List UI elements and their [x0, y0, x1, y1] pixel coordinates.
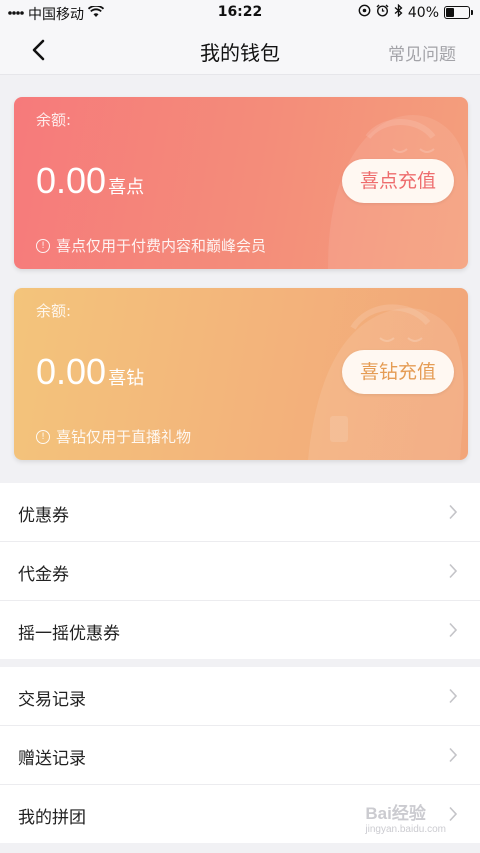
menu-item-shake-coupons[interactable]: 摇一摇优惠券 — [0, 601, 480, 659]
diamonds-note: ! 喜钻仅用于直播礼物 — [36, 426, 191, 447]
battery-icon — [444, 6, 473, 19]
faq-link[interactable]: 常见问题 — [388, 40, 456, 65]
diamonds-note-text: 喜钻仅用于直播礼物 — [56, 428, 192, 446]
diamonds-amount: 0.00 喜钻 — [36, 352, 144, 392]
chevron-right-icon — [448, 688, 458, 708]
info-icon: ! — [36, 238, 50, 253]
chevron-right-icon — [448, 806, 458, 826]
points-unit: 喜点 — [108, 177, 145, 198]
coupon-menu-group: 优惠券 代金券 摇一摇优惠券 — [0, 483, 480, 659]
bluetooth-icon — [394, 3, 403, 21]
menu-item-vouchers[interactable]: 代金券 — [0, 542, 480, 601]
points-amount: 0.00 喜点 — [36, 161, 144, 201]
chevron-right-icon — [448, 622, 458, 642]
menu-item-label: 摇一摇优惠券 — [18, 624, 120, 644]
diamonds-recharge-button[interactable]: 喜钻充值 — [342, 350, 454, 394]
menu-item-label: 代金券 — [18, 565, 69, 585]
records-menu-group: 交易记录 赠送记录 我的拼团 — [0, 667, 480, 843]
menu-item-label: 交易记录 — [18, 690, 86, 710]
points-note: ! 喜点仅用于付费内容和巅峰会员 — [36, 235, 266, 256]
points-balance-card: 余额: 0.00 喜点 喜点充值 ! 喜点仅用于付费内容和巅峰会员 — [14, 97, 468, 269]
balance-label: 余额: — [36, 111, 72, 129]
diamonds-unit: 喜钻 — [108, 368, 145, 389]
menu-item-transactions[interactable]: 交易记录 — [0, 667, 480, 726]
points-recharge-button[interactable]: 喜点充值 — [342, 159, 454, 203]
battery-percent: 40% — [407, 4, 439, 21]
menu-item-gift-records[interactable]: 赠送记录 — [0, 726, 480, 785]
menu-item-coupons[interactable]: 优惠券 — [0, 483, 480, 542]
menu-item-label: 赠送记录 — [18, 749, 86, 769]
menu-item-group-buy[interactable]: 我的拼团 — [0, 785, 480, 843]
chevron-right-icon — [448, 747, 458, 767]
diamonds-amount-value: 0.00 — [36, 351, 107, 392]
location-lock-icon — [358, 4, 371, 21]
nav-bar: 我的钱包 常见问题 — [0, 26, 480, 75]
menu-item-label: 优惠券 — [18, 506, 69, 526]
points-amount-value: 0.00 — [36, 160, 107, 201]
menu-item-label: 我的拼团 — [18, 808, 86, 828]
alarm-icon — [376, 4, 389, 21]
diamonds-balance-card: 余额: 0.00 喜钻 喜钻充值 ! 喜钻仅用于直播礼物 — [14, 288, 468, 460]
chevron-right-icon — [448, 504, 458, 524]
info-icon: ! — [36, 429, 50, 444]
status-bar: 中国移动 16:22 40% — [0, 0, 480, 26]
chevron-right-icon — [448, 563, 458, 583]
points-note-text: 喜点仅用于付费内容和巅峰会员 — [56, 237, 267, 255]
balance-label: 余额: — [36, 302, 72, 320]
